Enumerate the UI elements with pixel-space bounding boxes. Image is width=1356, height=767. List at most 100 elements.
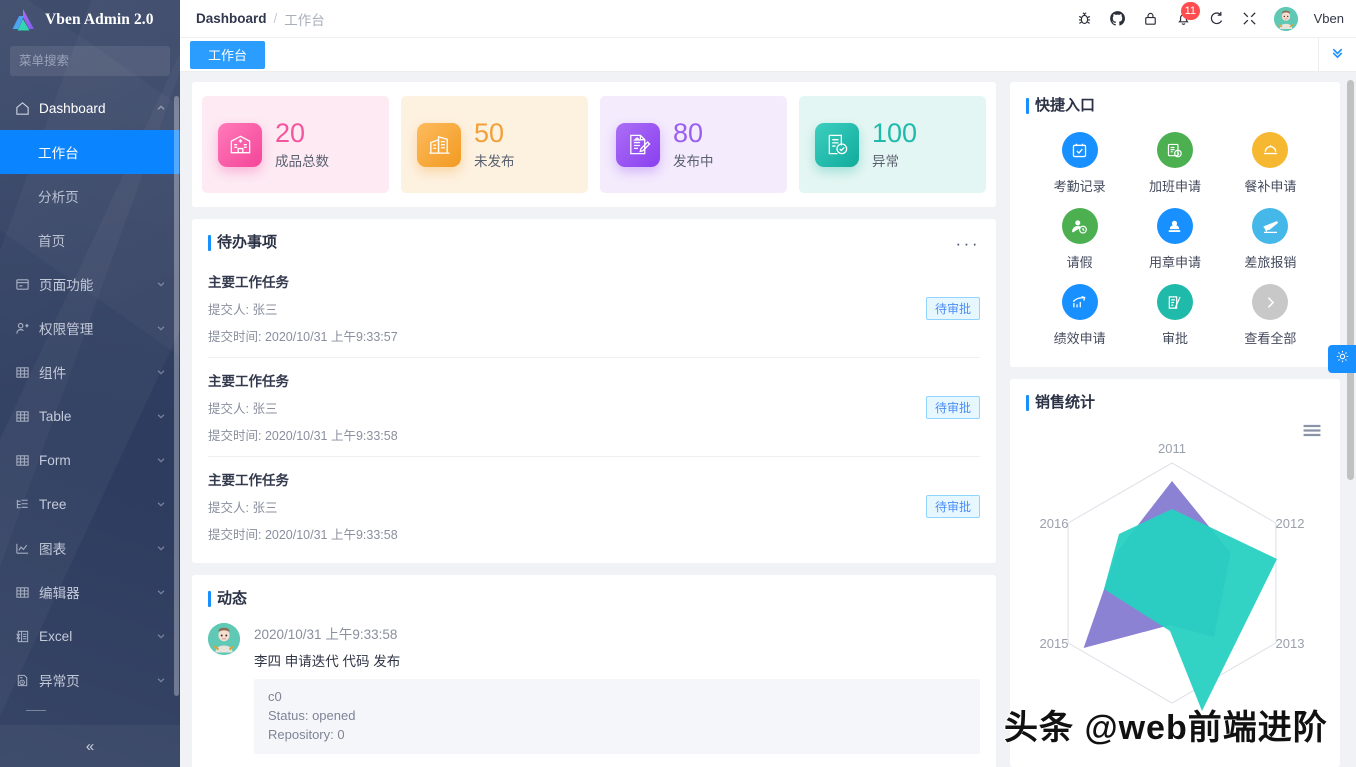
sidebar-item-page-features[interactable]: 页面功能 [0,262,180,306]
hospital-icon [218,122,262,167]
radar-label-2013: 2013 [1276,636,1305,651]
sidebar-item-excel[interactable]: Excel [0,614,180,658]
sidebar-item-table[interactable]: Table [0,394,180,438]
grid-icon [15,585,30,600]
stat-value: 50 [474,118,505,149]
bug-icon[interactable] [1076,10,1093,27]
todo-header: 待办事项 ··· [208,233,980,253]
chevron-down-icon [156,585,166,600]
sidebar-item-label: Form [39,452,71,468]
todo-row[interactable]: 主要工作任务 提交人: 张三 提交时间: 2020/10/31 上午9:33:5… [208,457,980,555]
todo-time: 提交时间: 2020/10/31 上午9:33:58 [208,429,398,443]
stat-card-exception[interactable]: 100 异常 [799,96,986,193]
page-scrollbar[interactable] [1347,80,1354,480]
bell-icon[interactable]: 11 [1175,2,1201,27]
quick-entry-travel[interactable]: 差旅报销 [1223,208,1318,271]
overtime-icon [1156,132,1193,168]
sidebar-item-tree[interactable]: Tree [0,482,180,526]
stat-value: 20 [275,118,306,149]
breadcrumb: Dashboard / 工作台 [196,9,325,29]
panel-title: 快捷入口 [1026,96,1095,116]
todo-row[interactable]: 主要工作任务 提交人: 张三 提交时间: 2020/10/31 上午9:33:5… [208,358,980,457]
search-box[interactable] [10,46,180,76]
quick-entry-stamp[interactable]: 用章申请 [1127,208,1222,271]
sidebar-collapse-button[interactable]: « [0,725,180,767]
sidebar-item-exception[interactable]: 异常页 [0,658,180,702]
header-actions: 11 Vben [1076,2,1344,31]
panel-title: 动态 [208,589,247,609]
sidebar-item-charts[interactable]: 图表 [0,526,180,570]
feed-time: 2020/10/31 上午9:33:58 [254,627,398,642]
stat-label: 成品总数 [275,153,329,169]
tab-label: 工作台 [208,48,248,63]
chevron-down-icon [156,629,166,644]
chevron-down-icon [156,277,166,292]
sidebar-item-label: Table [39,408,72,424]
sidebar-subitem-label: 工作台 [38,146,79,161]
sidebar-subitem-workbench[interactable]: 工作台 [0,130,180,174]
sidebar-item-label: 图表 [39,542,67,557]
home-icon [15,101,30,116]
stat-value: 80 [673,118,704,149]
notification-badge: 11 [1180,2,1201,20]
quick-entry-leave[interactable]: 请假 [1032,208,1127,271]
approval-icon [1156,284,1193,320]
double-chevron-down-icon [1330,45,1345,65]
quick-entry-label: 审批 [1161,331,1188,346]
stat-card-unpublished[interactable]: 50 未发布 [401,96,588,193]
breadcrumb-root[interactable]: Dashboard [196,11,267,26]
sidebar-subitem-label: 首页 [38,234,66,249]
breadcrumb-separator: / [273,11,278,26]
brand-logo[interactable]: Vben Admin 2.0 [0,0,180,40]
quick-entry-view-all[interactable]: 查看全部 [1223,284,1318,347]
stamp-icon [1156,208,1193,244]
quick-entry-performance[interactable]: 绩效申请 [1032,284,1127,347]
panel-title: 待办事项 [208,233,277,253]
sidebar-item-permission[interactable]: 权限管理 [0,306,180,350]
settings-drawer-button[interactable] [1328,345,1356,373]
sidebar-menu[interactable]: Dashboard 工作台 分析页 首页 页面功能 权限管理 组件 Table … [0,86,180,725]
sidebar-item-label: 页面功能 [39,278,94,293]
quick-entry-meal[interactable]: 餐补申请 [1223,132,1318,195]
more-dots-icon[interactable]: ··· [956,235,980,252]
todo-row[interactable]: 主要工作任务 提交人: 张三 提交时间: 2020/10/31 上午9:33:5… [208,259,980,358]
sidebar-item-dashboard[interactable]: Dashboard [0,86,180,130]
gear-icon [1335,349,1350,369]
tab-more-button[interactable] [1318,38,1356,72]
feed-header: 动态 [208,589,980,609]
sidebar-subitem-home[interactable]: 首页 [0,218,180,262]
sidebar-item-editor[interactable]: 编辑器 [0,570,180,614]
tab-workbench[interactable]: 工作台 [190,40,266,69]
chevron-up-icon [156,101,166,116]
quick-entry-approval[interactable]: 审批 [1127,284,1222,347]
search-input[interactable] [19,54,180,68]
sidebar-scrollbar[interactable] [174,96,179,696]
quick-entry-attendance[interactable]: 考勤记录 [1032,132,1127,195]
exception-icon [15,673,30,688]
sales-chart-panel: 销售统计 2011 2012 2013 2015 2016 [1010,379,1340,767]
quick-entry-header: 快捷入口 [1026,96,1324,116]
status-badge[interactable]: 待审批 [925,395,980,419]
lock-icon[interactable] [1142,10,1159,27]
brand-title: Vben Admin 2.0 [45,11,154,28]
refresh-icon[interactable] [1208,10,1225,27]
sidebar-item-form[interactable]: Form [0,438,180,482]
status-badge[interactable]: 待审批 [925,296,980,320]
stat-card-publishing[interactable]: 80 发布中 [600,96,787,193]
calendar-check-icon [1061,132,1098,168]
fullscreen-icon[interactable] [1241,10,1258,27]
sidebar-subitem-analysis[interactable]: 分析页 [0,174,180,218]
status-badge[interactable]: 待审批 [925,494,980,518]
stat-value: 100 [872,118,918,149]
todo-panel: 待办事项 ··· 主要工作任务 提交人: 张三 提交时间: 2020/10/31… [192,219,996,563]
todo-submitter: 提交人: 张三 [208,501,278,515]
stat-card-total[interactable]: 20 成品总数 [202,96,389,193]
username-label[interactable]: Vben [1314,11,1344,26]
github-icon[interactable] [1109,10,1126,27]
quick-entry-overtime[interactable]: 加班申请 [1127,132,1222,195]
sidebar-item-components[interactable]: 组件 [0,350,180,394]
avatar[interactable] [1273,6,1298,31]
radar-label-2016: 2016 [1040,516,1069,531]
stat-label: 未发布 [474,153,515,169]
chevron-down-icon [156,497,166,512]
